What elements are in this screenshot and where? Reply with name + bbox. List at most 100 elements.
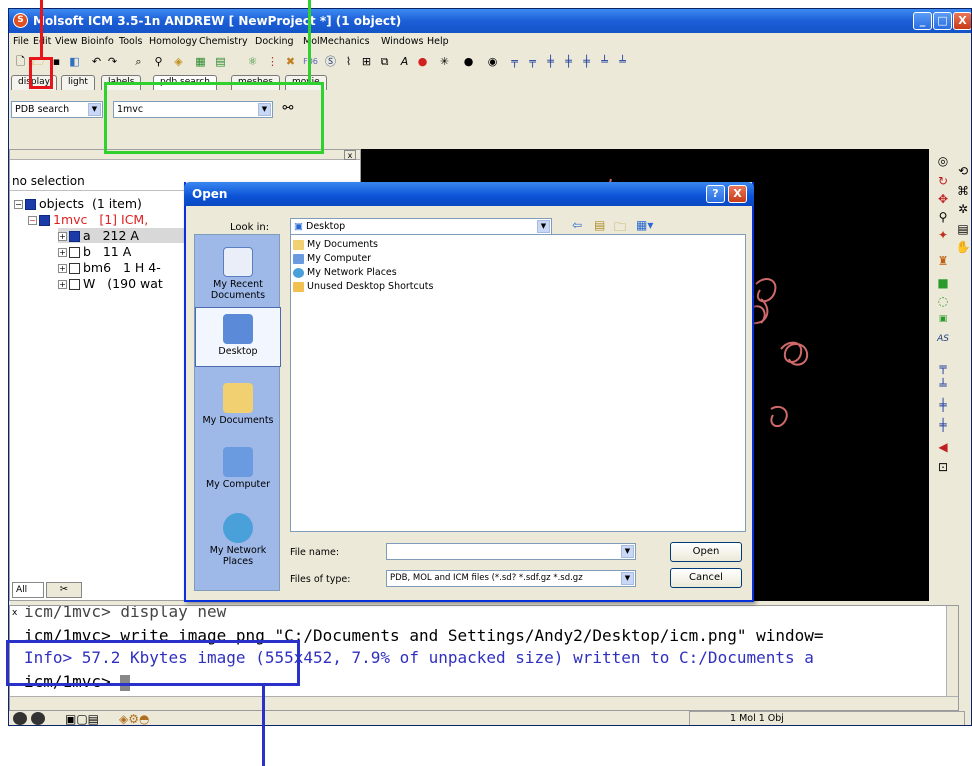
- cancel-button[interactable]: Cancel: [670, 568, 742, 588]
- file-name-input[interactable]: ▼: [386, 543, 636, 560]
- clip-icon-1[interactable]: ╤: [507, 54, 522, 69]
- checkbox-icon[interactable]: [39, 215, 50, 226]
- zoom-icon[interactable]: ⚲: [935, 209, 951, 225]
- tree-item-b[interactable]: + b 11 A: [58, 244, 131, 259]
- checkbox-icon[interactable]: [69, 247, 80, 258]
- chevron-down-icon[interactable]: ▼: [537, 220, 550, 233]
- search-query-input[interactable]: 1mvc ▼: [113, 101, 273, 118]
- look-in-select[interactable]: ▣ Desktop ▼: [290, 218, 552, 235]
- spin-icon[interactable]: ✦: [935, 227, 951, 243]
- chevron-down-icon[interactable]: ▼: [88, 103, 101, 116]
- expand-icon[interactable]: +: [58, 248, 67, 257]
- clip-front-icon[interactable]: ╤: [935, 359, 951, 375]
- checkbox-icon[interactable]: [69, 231, 80, 242]
- display-icon[interactable]: ■: [935, 275, 951, 291]
- filter-icon[interactable]: ◈: [171, 54, 186, 69]
- tab-movie[interactable]: movie: [285, 75, 327, 90]
- tab-labels[interactable]: labels: [101, 75, 142, 90]
- rotate-z-icon[interactable]: ✲: [955, 201, 971, 217]
- fog-icon[interactable]: ◀: [935, 439, 951, 455]
- tree-item-a[interactable]: + a 212 A: [58, 228, 188, 243]
- menu-tools[interactable]: Tools: [119, 36, 142, 47]
- tree-item-bm6[interactable]: + bm6 1 H 4-: [58, 260, 161, 275]
- tab-tools-icon[interactable]: ✂: [46, 582, 82, 598]
- box-icon[interactable]: ⧉: [377, 54, 392, 69]
- cut-icon[interactable]: ✖: [283, 54, 298, 69]
- collapse-icon[interactable]: −: [14, 200, 23, 209]
- window-layout-icons[interactable]: ▣▢▤: [65, 712, 99, 725]
- clip-icon-3[interactable]: ╪: [543, 54, 558, 69]
- tab-light[interactable]: light: [61, 75, 95, 90]
- status-tool-icons[interactable]: ◈⚙◓: [119, 712, 149, 725]
- menu-molmechanics[interactable]: MolMechanics: [303, 36, 370, 47]
- title-bar[interactable]: S Molsoft ICM 3.5-1n ANDREW [ NewProject…: [9, 9, 971, 33]
- pdb-search-icon[interactable]: ⌕: [131, 54, 146, 69]
- chain-icon[interactable]: ⌇: [341, 54, 356, 69]
- menu-chemistry[interactable]: Chemistry: [199, 36, 248, 47]
- file-list[interactable]: My Documents My Computer My Network Plac…: [290, 234, 746, 532]
- tree-item-w[interactable]: + W (190 wat: [58, 276, 163, 291]
- color-ball-icon[interactable]: ●: [415, 54, 430, 69]
- close-button[interactable]: X: [953, 12, 971, 30]
- save-image-icon[interactable]: ◧: [67, 54, 82, 69]
- rotate-y-icon[interactable]: ⌘: [955, 183, 971, 199]
- console-prompt[interactable]: icm/1mvc>: [24, 672, 131, 691]
- new-file-icon[interactable]: 🗋: [13, 54, 28, 69]
- view-menu-icon[interactable]: ▦▾: [636, 218, 653, 232]
- table2-icon[interactable]: ▤: [213, 54, 228, 69]
- up-folder-icon[interactable]: ▤: [594, 218, 605, 232]
- open-button[interactable]: Open: [670, 542, 742, 562]
- sphere-icon[interactable]: ●: [461, 54, 476, 69]
- file-item[interactable]: My Documents: [293, 239, 378, 250]
- search-mode-select[interactable]: PDB search ▼: [11, 101, 103, 118]
- menu-homology[interactable]: Homology: [149, 36, 197, 47]
- menu-docking[interactable]: Docking: [255, 36, 294, 47]
- menu-file[interactable]: File: [13, 36, 29, 47]
- binoculars-search-icon[interactable]: ⚯: [279, 101, 297, 117]
- molecule-icon[interactable]: ⚛: [245, 54, 260, 69]
- tab-pdb-search[interactable]: pdb search: [153, 75, 217, 90]
- tab-display[interactable]: display: [11, 75, 57, 90]
- lock-icon[interactable]: ⊡: [935, 459, 951, 475]
- query-icon[interactable]: ⚲: [151, 54, 166, 69]
- collapse-icon[interactable]: −: [28, 216, 37, 225]
- chevron-down-icon[interactable]: ▼: [621, 545, 634, 558]
- chevron-down-icon[interactable]: ▼: [258, 103, 271, 116]
- clip-move-icon[interactable]: ╪: [935, 397, 951, 413]
- pick-icon[interactable]: ♜: [935, 253, 951, 269]
- center-icon[interactable]: ◎: [935, 153, 951, 169]
- eye-icon[interactable]: ◉: [485, 54, 500, 69]
- panel-close-icon[interactable]: x: [344, 150, 356, 160]
- grid-icon[interactable]: ⊞: [359, 54, 374, 69]
- checkbox-icon[interactable]: [69, 263, 80, 274]
- save-icon[interactable]: ▪: [49, 54, 64, 69]
- dialog-close-button[interactable]: X: [728, 185, 747, 203]
- file-item[interactable]: My Computer: [293, 253, 371, 264]
- clip-icon-6[interactable]: ╧: [597, 54, 612, 69]
- place-my-documents[interactable]: My Documents: [195, 377, 281, 437]
- clip-slab-icon[interactable]: ╪: [935, 417, 951, 433]
- back-icon[interactable]: ⇦: [572, 218, 582, 232]
- console-close-icon[interactable]: x: [12, 608, 17, 618]
- clip-icon-4[interactable]: ╪: [561, 54, 576, 69]
- bookmark-icon[interactable]: ▤: [955, 221, 971, 237]
- rotate-icon[interactable]: ↻: [935, 173, 951, 189]
- s-icon[interactable]: Ⓢ: [323, 54, 338, 69]
- place-desktop[interactable]: Desktop: [195, 307, 281, 367]
- file-item[interactable]: Unused Desktop Shortcuts: [293, 281, 433, 292]
- expand-icon[interactable]: +: [58, 232, 67, 241]
- clip-back-icon[interactable]: ╧: [935, 377, 951, 393]
- chevron-down-icon[interactable]: ▼: [621, 572, 634, 585]
- help-button[interactable]: ?: [706, 185, 725, 203]
- bond-icon[interactable]: ⋮: [265, 54, 280, 69]
- tab-meshes[interactable]: meshes: [231, 75, 280, 90]
- file-type-select[interactable]: PDB, MOL and ICM files (*.sd? *.sdf.gz *…: [386, 570, 636, 587]
- table-icon[interactable]: ▦: [193, 54, 208, 69]
- maximize-button[interactable]: □: [933, 12, 952, 30]
- expand-icon[interactable]: +: [58, 280, 67, 289]
- expand-icon[interactable]: +: [58, 264, 67, 273]
- place-network[interactable]: My Network Places: [195, 507, 281, 567]
- file-item[interactable]: My Network Places: [293, 267, 397, 278]
- checkbox-icon[interactable]: [69, 279, 80, 290]
- clip-icon-2[interactable]: ╤: [525, 54, 540, 69]
